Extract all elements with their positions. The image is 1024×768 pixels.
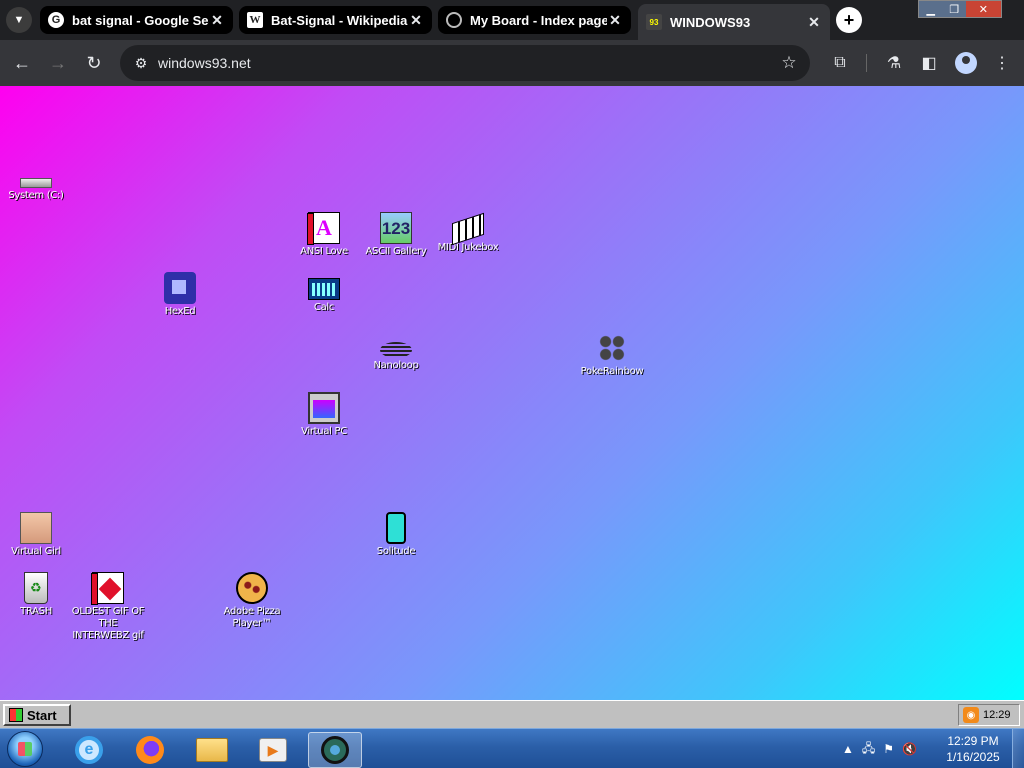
desktop-icon-virtual-girl[interactable]: Virtual Girl — [0, 512, 74, 558]
tab-search-chevron-icon[interactable]: ▼ — [6, 7, 32, 33]
rss-feed-icon[interactable]: ◉ — [963, 707, 979, 723]
desktop-icon-trash[interactable]: TRASH — [0, 572, 74, 618]
face-portrait-icon — [20, 512, 52, 544]
bottle-icon — [386, 512, 406, 544]
reload-icon[interactable]: ↻ — [81, 50, 107, 76]
toolbar-divider — [866, 54, 867, 72]
action-center-flag-icon[interactable]: ⚑ — [883, 742, 894, 756]
close-tab-icon[interactable]: ✕ — [209, 12, 225, 29]
desktop-icon-solitude[interactable]: Solitude — [358, 512, 434, 558]
numbers-123-icon: 123 — [380, 212, 412, 244]
taskbar-file-explorer[interactable] — [185, 732, 239, 768]
profile-avatar-icon[interactable] — [955, 52, 977, 74]
forward-arrow-icon[interactable]: → — [45, 50, 71, 76]
wikipedia-favicon-icon: W — [247, 12, 263, 28]
windows93-logo-icon — [9, 708, 23, 722]
bookmark-star-icon[interactable]: ☆ — [774, 53, 804, 73]
network-icon[interactable]: 🖧 — [862, 739, 875, 760]
computer-window-icon — [308, 392, 340, 424]
desktop-icon-ascii-gallery[interactable]: 123 ASCII Gallery — [358, 212, 434, 258]
piano-keys-icon — [452, 212, 484, 246]
window-controls: ▁ ❐ ✕ — [918, 0, 1002, 18]
calculator-icon — [308, 278, 340, 300]
browser-toolbar: ← → ↻ ⚙ windows93.net ☆ ⧉ ⚗ ◧ ⋮ — [0, 40, 1024, 86]
desktop-icon-system-drive[interactable]: System (C:) — [0, 164, 74, 202]
taskbar-chrome[interactable] — [308, 732, 362, 768]
tab-title: Bat-Signal - Wikipedia — [271, 12, 408, 28]
tab-title: bat signal - Google Sear — [72, 12, 209, 28]
taskbar-firefox[interactable] — [123, 732, 177, 768]
windows93-desktop: System (C:) A ANSI Love 123 ASCII Galler… — [0, 86, 1024, 700]
desktop-icon-oldest-gif[interactable]: OLDEST GIF OF THE INTERWEBZ gif — [70, 572, 146, 642]
clock-date: 1/16/2025 — [946, 750, 1000, 764]
tab-title: My Board - Index page — [470, 12, 607, 28]
recycle-bin-icon — [24, 572, 48, 604]
site-info-icon[interactable]: ⚙ — [128, 55, 154, 72]
taskbar-media-player[interactable]: ▶ — [246, 732, 300, 768]
pokemon-characters-icon — [596, 332, 628, 364]
address-bar[interactable]: ⚙ windows93.net ☆ — [120, 45, 810, 81]
chrome-icon — [321, 736, 349, 764]
close-tab-icon[interactable]: ✕ — [607, 12, 623, 29]
desktop-icon-calc[interactable]: Calc — [286, 272, 362, 314]
system-clock[interactable]: 12:29 PM 1/16/2025 — [940, 733, 1006, 765]
pizza-icon — [236, 572, 268, 604]
google-favicon-icon: G — [48, 12, 64, 28]
close-tab-icon[interactable]: ✕ — [408, 12, 424, 29]
windows7-taskbar: e ▶ ▲ 🖧 ⚑ 🔇 12:29 PM 1/16/2025 — [0, 728, 1024, 768]
cube-icon — [164, 272, 196, 304]
labs-flask-icon[interactable]: ⚗ — [881, 50, 907, 76]
tab-title: WINDOWS93 — [670, 14, 751, 30]
show-desktop-button[interactable] — [1012, 729, 1024, 768]
restore-icon[interactable]: ❐ — [942, 1, 966, 17]
desktop-icon-hexed[interactable]: HexEd — [142, 272, 218, 318]
new-tab-button[interactable]: + — [836, 7, 862, 33]
clock-time: 12:29 PM — [947, 734, 999, 748]
close-window-icon[interactable]: ✕ — [965, 1, 1001, 17]
ansi-document-icon: A — [307, 212, 340, 245]
desktop-icon-virtual-pc[interactable]: Virtual PC — [286, 392, 362, 438]
tab-windows93[interactable]: 93 WINDOWS93 ✕ — [638, 4, 830, 40]
url-text[interactable]: windows93.net — [158, 55, 774, 71]
waveform-icon — [380, 342, 412, 358]
hard-drive-icon — [20, 178, 52, 188]
desktop-icon-nanoloop[interactable]: Nanoloop — [358, 332, 434, 372]
globe-favicon-icon — [446, 12, 462, 28]
taskbar-internet-explorer[interactable]: e — [62, 732, 116, 768]
folder-icon — [196, 738, 228, 762]
w93-system-tray: ◉ 12:29 — [958, 704, 1020, 726]
windows-start-orb-icon[interactable] — [7, 731, 43, 767]
system-tray: ▲ 🖧 ⚑ 🔇 — [842, 735, 917, 763]
media-player-icon: ▶ — [259, 738, 287, 762]
w93-clock: 12:29 — [983, 709, 1011, 721]
desktop-icon-midi-jukebox[interactable]: MIDI Jukebox — [430, 212, 506, 254]
minimize-icon[interactable]: ▁ — [919, 1, 943, 17]
volume-muted-icon[interactable]: 🔇 — [902, 742, 917, 756]
back-arrow-icon[interactable]: ← — [9, 50, 35, 76]
start-label: Start — [27, 707, 57, 723]
side-panel-icon[interactable]: ◧ — [916, 50, 942, 76]
menu-kebab-icon[interactable]: ⋮ — [989, 50, 1015, 76]
internet-explorer-icon: e — [75, 736, 103, 764]
windows93-taskbar: Start ◉ 12:29 — [0, 700, 1024, 728]
tab-wikipedia[interactable]: W Bat-Signal - Wikipedia ✕ — [239, 6, 432, 34]
windows93-favicon-icon: 93 — [646, 14, 662, 30]
tab-google-search[interactable]: G bat signal - Google Sear ✕ — [40, 6, 233, 34]
desktop-icon-ansi-love[interactable]: A ANSI Love — [286, 212, 362, 258]
tab-my-board[interactable]: My Board - Index page ✕ — [438, 6, 631, 34]
close-tab-icon[interactable]: ✕ — [806, 14, 822, 31]
desktop-icon-adobe-pizza-player[interactable]: Adobe Pizza Player™ — [214, 572, 290, 630]
show-hidden-icons-icon[interactable]: ▲ — [842, 742, 854, 756]
gif-document-icon — [91, 572, 124, 605]
desktop-icon-pokerainbow[interactable]: PokeRainbow — [574, 332, 650, 378]
tab-strip: ▼ G bat signal - Google Sear ✕ W Bat-Sig… — [0, 0, 1024, 40]
firefox-icon — [136, 736, 164, 764]
w93-start-button[interactable]: Start — [3, 704, 71, 726]
extensions-puzzle-icon[interactable]: ⧉ — [827, 50, 853, 76]
